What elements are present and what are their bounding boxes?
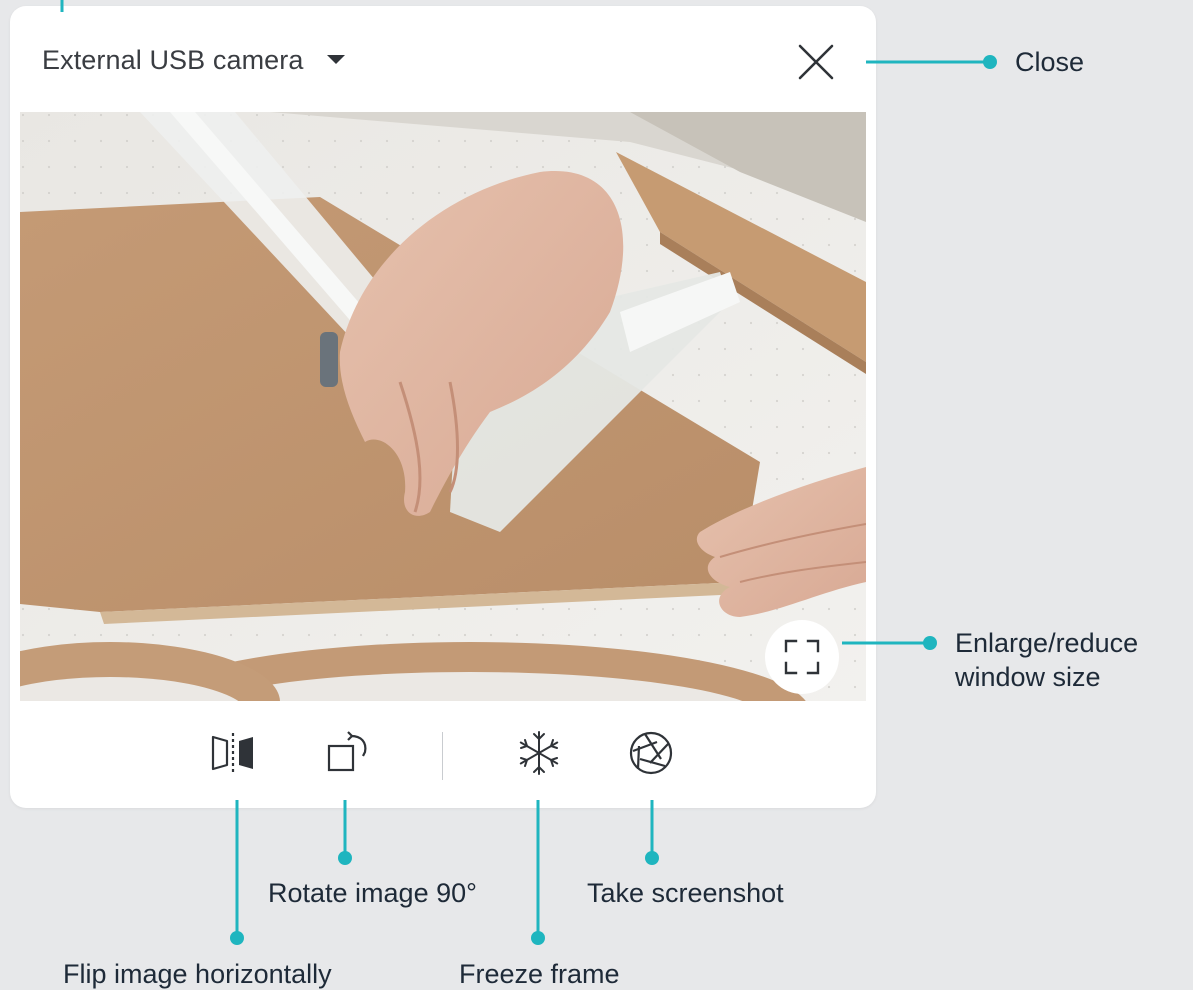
close-button[interactable] (796, 42, 836, 82)
callout-enlarge: Enlarge/reduce window size (955, 626, 1138, 694)
flip-horizontal-icon (211, 733, 253, 773)
camera-toolbar (10, 701, 876, 808)
callout-close: Close (1015, 47, 1085, 77)
rotate-button[interactable] (320, 729, 374, 777)
rotate-icon (327, 731, 367, 772)
camera-feed (20, 112, 866, 701)
camera-source-label: External USB camera (42, 44, 304, 75)
caret-down-icon (326, 55, 345, 64)
fullscreen-icon (784, 639, 820, 675)
panel-header: External USB camera (10, 6, 876, 112)
callout-screenshot: Take screenshot (587, 878, 784, 908)
camera-source-select[interactable]: External USB camera (42, 40, 346, 80)
camera-feed-image (20, 112, 866, 701)
take-screenshot-button[interactable] (624, 729, 678, 777)
callout-freeze: Freeze frame (459, 959, 620, 989)
fullscreen-button[interactable] (765, 620, 839, 694)
snowflake-icon (519, 731, 559, 775)
camera-panel: External USB camera (10, 6, 876, 808)
callout-enlarge-line2: window size (955, 662, 1101, 692)
close-icon (798, 44, 834, 80)
flip-horizontal-button[interactable] (206, 729, 260, 777)
callout-rotate: Rotate image 90° (268, 878, 477, 908)
help-diagram: External USB camera Close Enlarge/reduce… (0, 0, 1193, 990)
callout-enlarge-line1: Enlarge/reduce (955, 628, 1139, 658)
toolbar-divider (442, 732, 443, 780)
freeze-frame-button[interactable] (512, 729, 566, 777)
camera-shutter-icon (629, 731, 673, 775)
callout-flip: Flip image horizontally (63, 959, 332, 989)
